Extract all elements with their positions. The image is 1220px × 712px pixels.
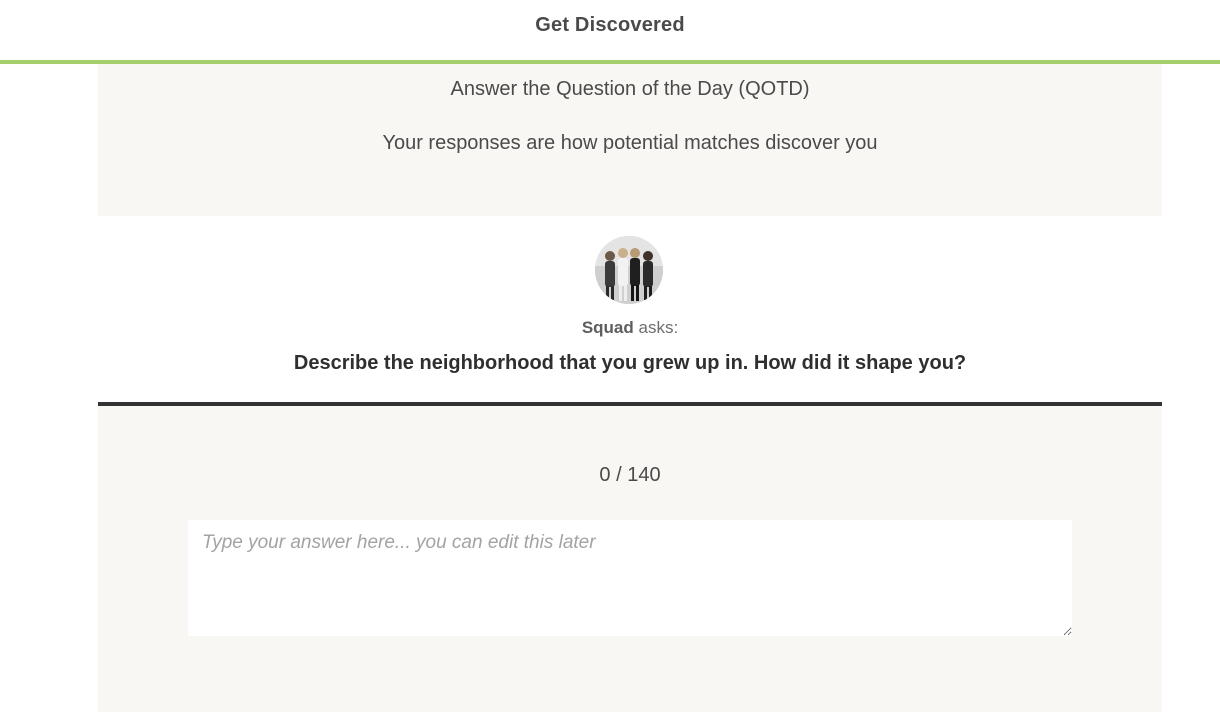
answer-panel: 0 / 140	[98, 406, 1162, 712]
intro-heading: Answer the Question of the Day (QOTD)	[450, 78, 810, 100]
asker-avatar[interactable]	[595, 236, 663, 304]
question-text: Describe the neighborhood that you grew …	[293, 352, 967, 374]
group-photo-icon	[595, 236, 663, 304]
top-bar: Get Discovered	[0, 0, 1220, 64]
asker-line: Squad asks:	[98, 318, 1162, 338]
character-counter: 0 / 140	[599, 464, 661, 486]
asker-suffix: asks:	[633, 318, 679, 337]
page-title: Get Discovered	[535, 14, 685, 36]
question-panel: Squad asks: Describe the neighborhood th…	[98, 216, 1162, 406]
intro-subheading: Your responses are how potential matches…	[382, 132, 878, 154]
answer-textarea[interactable]	[188, 520, 1072, 636]
qotd-intro-panel: Answer the Question of the Day (QOTD) Yo…	[98, 64, 1162, 216]
asker-name[interactable]: Squad	[582, 318, 634, 337]
